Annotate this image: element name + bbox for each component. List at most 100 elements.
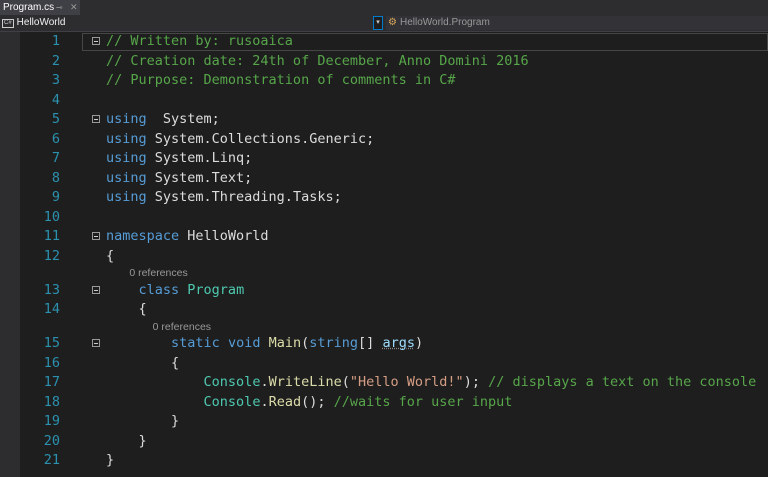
code-text: {	[106, 300, 147, 320]
line-number: 16	[43, 354, 60, 371]
code-text: class Program	[106, 281, 245, 301]
code-text: }	[106, 451, 114, 471]
tab-bar: Program.cs ⊸ ✕	[0, 0, 768, 15]
code-token: using	[106, 130, 147, 147]
code-text: static void Main(string[] args)	[106, 334, 423, 354]
code-token: using	[106, 169, 147, 186]
tab-program-cs[interactable]: Program.cs ⊸ ✕	[0, 0, 80, 15]
line-number: 15	[43, 335, 60, 351]
code-line: 12 {	[20, 247, 768, 267]
code-text: using System;	[106, 110, 220, 130]
references-link[interactable]: 0 references	[106, 320, 211, 334]
code-token: using	[106, 111, 147, 127]
code-token: }	[106, 413, 180, 429]
line-number: 8	[51, 169, 60, 186]
code-token: // Purpose: Demonstration of comments in…	[106, 72, 456, 88]
collapse-icon[interactable]	[92, 115, 100, 123]
code-token: // Creation date: 24th of December, Anno…	[106, 52, 529, 69]
line-number: 12	[43, 247, 60, 264]
code-token: class	[138, 281, 180, 298]
current-line-highlight	[82, 33, 768, 51]
code-line: 20 }	[20, 432, 768, 452]
tab-title: Program.cs	[3, 2, 55, 13]
code-token: System.Threading.Tasks;	[146, 189, 342, 205]
line-number: 13	[43, 281, 60, 298]
code-text: // Creation date: 24th of December, Anno…	[106, 52, 529, 72]
code-line: 3 // Purpose: Demonstration of comments i…	[20, 71, 768, 91]
code-line: 11 namespace HelloWorld	[20, 227, 768, 247]
code-line: 8 using System.Text;	[20, 169, 768, 189]
line-number: 9	[51, 189, 60, 205]
code-token: .	[260, 393, 269, 410]
code-token: namespace	[106, 228, 180, 244]
code-line: 13 class Program	[20, 281, 768, 301]
code-token: System.Linq;	[146, 150, 253, 166]
line-number: 6	[51, 130, 60, 147]
pin-icon[interactable]: ⊸	[56, 0, 63, 15]
code-line: 18 Console.Read(); //waits for user inpu…	[20, 393, 768, 413]
code-token: void	[227, 335, 261, 351]
code-text: using System.Text;	[106, 169, 252, 189]
line-number: 2	[51, 52, 60, 69]
line-number: 18	[43, 393, 60, 410]
code-token: System;	[146, 111, 220, 127]
code-token: string	[309, 335, 359, 351]
references-link[interactable]: 0 references	[106, 266, 187, 280]
code-token: // displays a text on the console	[488, 374, 757, 390]
line-number: 4	[51, 91, 60, 108]
line-number: 20	[43, 432, 60, 449]
code-line: 9 using System.Threading.Tasks;	[20, 188, 768, 208]
code-line: 2 // Creation date: 24th of December, Ann…	[20, 52, 768, 72]
code-text: // Purpose: Demonstration of comments in…	[106, 71, 456, 91]
code-line: 21}	[20, 451, 768, 471]
code-text: Console.Read(); //waits for user input	[106, 393, 513, 413]
code-text: using System.Threading.Tasks;	[106, 188, 342, 208]
codelens-references: 0 references	[20, 320, 768, 335]
line-number: 11	[43, 228, 60, 244]
collapse-icon[interactable]	[92, 285, 100, 294]
code-line: 4	[20, 91, 768, 111]
code-token: System.Text;	[146, 169, 253, 186]
line-number: 7	[51, 150, 60, 166]
line-number: 3	[51, 72, 60, 88]
code-text: }	[106, 412, 179, 432]
code-token: HelloWorld	[179, 228, 269, 244]
class-icon: ⚙	[388, 17, 397, 28]
code-token: System.Collections.Generic;	[146, 130, 375, 147]
code-editor[interactable]: 1// Written by: rusoaica 2// Creation dat…	[20, 32, 768, 477]
code-line: 10	[20, 208, 768, 228]
code-token: Console	[203, 393, 261, 410]
code-token: []	[358, 335, 383, 351]
editor-margin	[0, 32, 20, 477]
code-token: //waits for user input	[333, 393, 513, 410]
code-line: 7 using System.Linq;	[20, 149, 768, 169]
line-number: 14	[43, 301, 60, 317]
code-line: 17 Console.WriteLine("Hello World!"); //…	[20, 373, 768, 393]
navigation-bar: C# HelloWorld ▾ ⚙ HelloWorld.Program	[0, 15, 768, 32]
code-token: );	[463, 374, 489, 390]
code-text: using System.Linq;	[106, 149, 252, 169]
line-number: 19	[43, 413, 60, 429]
code-line: 19 }	[20, 412, 768, 432]
code-token: static	[171, 335, 220, 351]
collapse-icon[interactable]	[92, 232, 100, 240]
chevron-down-icon[interactable]: ▾	[373, 16, 383, 30]
code-token: )	[414, 335, 424, 351]
code-token: WriteLine	[268, 374, 342, 390]
line-number: 10	[43, 208, 60, 225]
close-icon[interactable]: ✕	[70, 0, 78, 15]
code-line: 5 using System;	[20, 110, 768, 130]
code-text: }	[106, 432, 147, 452]
project-dropdown[interactable]: C# HelloWorld	[2, 16, 372, 30]
code-token: Main	[268, 335, 302, 351]
code-token: using	[106, 150, 147, 166]
code-text: Console.WriteLine("Hello World!"); // di…	[106, 373, 757, 393]
collapse-icon[interactable]	[92, 339, 100, 347]
type-dropdown[interactable]: ⚙ HelloWorld.Program	[386, 16, 768, 30]
code-text: {	[106, 354, 179, 374]
project-name: HelloWorld	[16, 17, 66, 28]
